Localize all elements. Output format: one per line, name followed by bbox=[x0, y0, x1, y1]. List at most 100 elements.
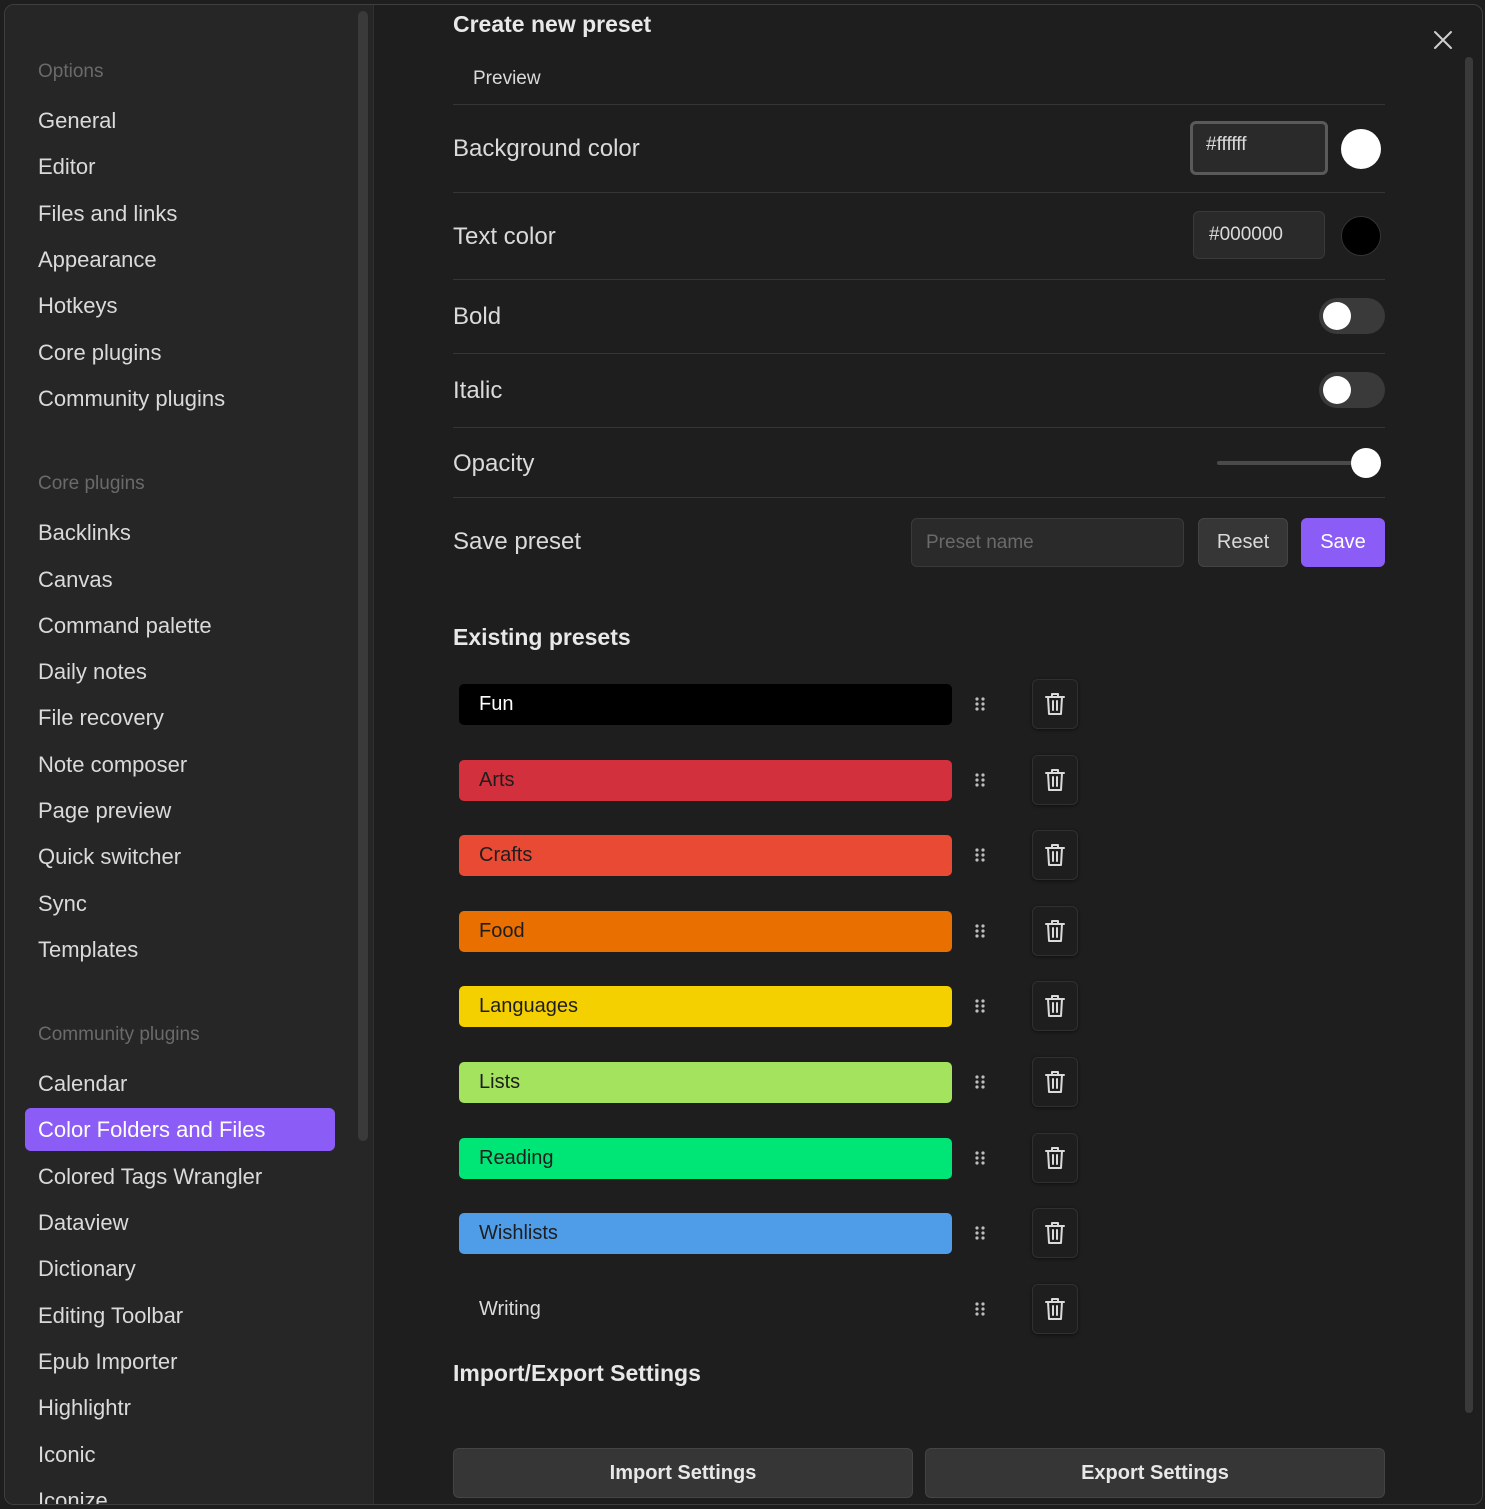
divider bbox=[453, 353, 1385, 354]
bold-label: Bold bbox=[453, 303, 502, 330]
sidebar-item-colored-tags-wrangler[interactable]: Colored Tags Wrangler bbox=[25, 1155, 335, 1198]
trash-icon bbox=[1045, 995, 1065, 1017]
divider bbox=[453, 279, 1385, 280]
drag-handle-icon[interactable] bbox=[969, 693, 991, 715]
sidebar-item-templates[interactable]: Templates bbox=[25, 928, 335, 971]
delete-preset-button[interactable] bbox=[1032, 981, 1078, 1031]
sidebar-item-canvas[interactable]: Canvas bbox=[25, 558, 335, 601]
sidebar-item-hotkeys[interactable]: Hotkeys bbox=[25, 284, 335, 327]
delete-preset-button[interactable] bbox=[1032, 1133, 1078, 1183]
background-color-swatch[interactable] bbox=[1341, 129, 1381, 169]
preset-pill[interactable]: Languages bbox=[459, 986, 952, 1027]
drag-handle-icon[interactable] bbox=[969, 995, 991, 1017]
sidebar-item-calendar[interactable]: Calendar bbox=[25, 1062, 335, 1105]
sidebar-item-file-recovery[interactable]: File recovery bbox=[25, 696, 335, 739]
sidebar-item-highlightr[interactable]: Highlightr bbox=[25, 1386, 335, 1429]
sidebar-item-backlinks[interactable]: Backlinks bbox=[25, 511, 335, 554]
trash-icon bbox=[1045, 1298, 1065, 1320]
plugin-settings-content: Create new preset Preview Background col… bbox=[453, 5, 1385, 1504]
delete-preset-button[interactable] bbox=[1032, 1057, 1078, 1107]
italic-toggle[interactable] bbox=[1319, 372, 1385, 408]
delete-preset-button[interactable] bbox=[1032, 679, 1078, 729]
sidebar-item-dataview[interactable]: Dataview bbox=[25, 1201, 335, 1244]
delete-preset-button[interactable] bbox=[1032, 1284, 1078, 1334]
toggle-knob bbox=[1323, 302, 1351, 330]
preset-name-input[interactable] bbox=[911, 518, 1184, 567]
sidebar-item-iconize[interactable]: Iconize bbox=[25, 1479, 335, 1504]
opacity-slider-track[interactable] bbox=[1217, 461, 1367, 465]
reset-button[interactable]: Reset bbox=[1198, 518, 1288, 567]
settings-sidebar: Options General Editor Files and links A… bbox=[5, 5, 374, 1504]
export-settings-button[interactable]: Export Settings bbox=[925, 1448, 1385, 1498]
preset-pill[interactable]: Fun bbox=[459, 684, 952, 725]
delete-preset-button[interactable] bbox=[1032, 1208, 1078, 1258]
close-icon bbox=[1434, 31, 1452, 49]
settings-modal: Options General Editor Files and links A… bbox=[4, 4, 1483, 1505]
sidebar-group-core-plugins: Core plugins bbox=[38, 473, 145, 494]
background-color-label: Background color bbox=[453, 135, 640, 162]
divider bbox=[453, 104, 1385, 105]
preset-pill[interactable]: Wishlists bbox=[459, 1213, 952, 1254]
sidebar-item-dictionary[interactable]: Dictionary bbox=[25, 1247, 335, 1290]
bold-toggle[interactable] bbox=[1319, 298, 1385, 334]
sidebar-item-sync[interactable]: Sync bbox=[25, 882, 335, 925]
delete-preset-button[interactable] bbox=[1032, 906, 1078, 956]
preset-pill[interactable]: Lists bbox=[459, 1062, 952, 1103]
preset-pill[interactable]: Reading bbox=[459, 1138, 952, 1179]
sidebar-item-editing-toolbar[interactable]: Editing Toolbar bbox=[25, 1294, 335, 1337]
sidebar-item-note-composer[interactable]: Note composer bbox=[25, 743, 335, 786]
drag-handle-icon[interactable] bbox=[969, 769, 991, 791]
delete-preset-button[interactable] bbox=[1032, 755, 1078, 805]
sidebar-item-color-folders-and-files[interactable]: Color Folders and Files bbox=[25, 1108, 335, 1151]
sidebar-scrollbar[interactable] bbox=[358, 11, 368, 1141]
create-preset-heading: Create new preset bbox=[453, 11, 652, 37]
preset-pill[interactable]: Arts bbox=[459, 760, 952, 801]
sidebar-item-page-preview[interactable]: Page preview bbox=[25, 789, 335, 832]
drag-handle-icon[interactable] bbox=[969, 844, 991, 866]
trash-icon bbox=[1045, 769, 1065, 791]
preset-pill[interactable]: Crafts bbox=[459, 835, 952, 876]
sidebar-item-command-palette[interactable]: Command palette bbox=[25, 604, 335, 647]
sidebar-item-quick-switcher[interactable]: Quick switcher bbox=[25, 835, 335, 878]
drag-handle-icon[interactable] bbox=[969, 1298, 991, 1320]
save-preset-label: Save preset bbox=[453, 528, 582, 555]
trash-icon bbox=[1045, 920, 1065, 942]
delete-preset-button[interactable] bbox=[1032, 830, 1078, 880]
divider bbox=[453, 497, 1385, 498]
sidebar-item-files-and-links[interactable]: Files and links bbox=[25, 192, 335, 235]
toggle-knob bbox=[1323, 376, 1351, 404]
divider bbox=[453, 427, 1385, 428]
drag-handle-icon[interactable] bbox=[969, 920, 991, 942]
sidebar-group-options: Options bbox=[38, 61, 104, 82]
sidebar-item-core-plugins[interactable]: Core plugins bbox=[25, 331, 335, 374]
sidebar-item-community-plugins[interactable]: Community plugins bbox=[25, 377, 335, 420]
preset-preview: Preview bbox=[473, 68, 541, 89]
sidebar-group-community-plugins: Community plugins bbox=[38, 1024, 200, 1045]
drag-handle-icon[interactable] bbox=[969, 1071, 991, 1093]
opacity-slider-thumb[interactable] bbox=[1351, 448, 1381, 478]
opacity-label: Opacity bbox=[453, 450, 535, 477]
sidebar-item-daily-notes[interactable]: Daily notes bbox=[25, 650, 335, 693]
preset-pill[interactable]: Writing bbox=[459, 1289, 952, 1330]
background-color-input[interactable]: #ffffff bbox=[1190, 121, 1328, 175]
sidebar-item-epub-importer[interactable]: Epub Importer bbox=[25, 1340, 335, 1383]
content-scrollbar[interactable] bbox=[1465, 57, 1473, 1413]
drag-handle-icon[interactable] bbox=[969, 1222, 991, 1244]
close-button[interactable] bbox=[1426, 23, 1460, 57]
text-color-input[interactable]: #000000 bbox=[1193, 211, 1325, 259]
import-settings-button[interactable]: Import Settings bbox=[453, 1448, 913, 1498]
save-button[interactable]: Save bbox=[1301, 518, 1385, 567]
divider bbox=[453, 192, 1385, 193]
drag-handle-icon[interactable] bbox=[969, 1147, 991, 1169]
trash-icon bbox=[1045, 693, 1065, 715]
text-color-swatch[interactable] bbox=[1341, 216, 1381, 256]
existing-presets-heading: Existing presets bbox=[453, 624, 631, 650]
sidebar-item-iconic[interactable]: Iconic bbox=[25, 1433, 335, 1476]
trash-icon bbox=[1045, 1147, 1065, 1169]
preset-pill[interactable]: Food bbox=[459, 911, 952, 952]
sidebar-item-appearance[interactable]: Appearance bbox=[25, 238, 335, 281]
trash-icon bbox=[1045, 1222, 1065, 1244]
trash-icon bbox=[1045, 844, 1065, 866]
sidebar-item-editor[interactable]: Editor bbox=[25, 145, 335, 188]
sidebar-item-general[interactable]: General bbox=[25, 99, 335, 142]
